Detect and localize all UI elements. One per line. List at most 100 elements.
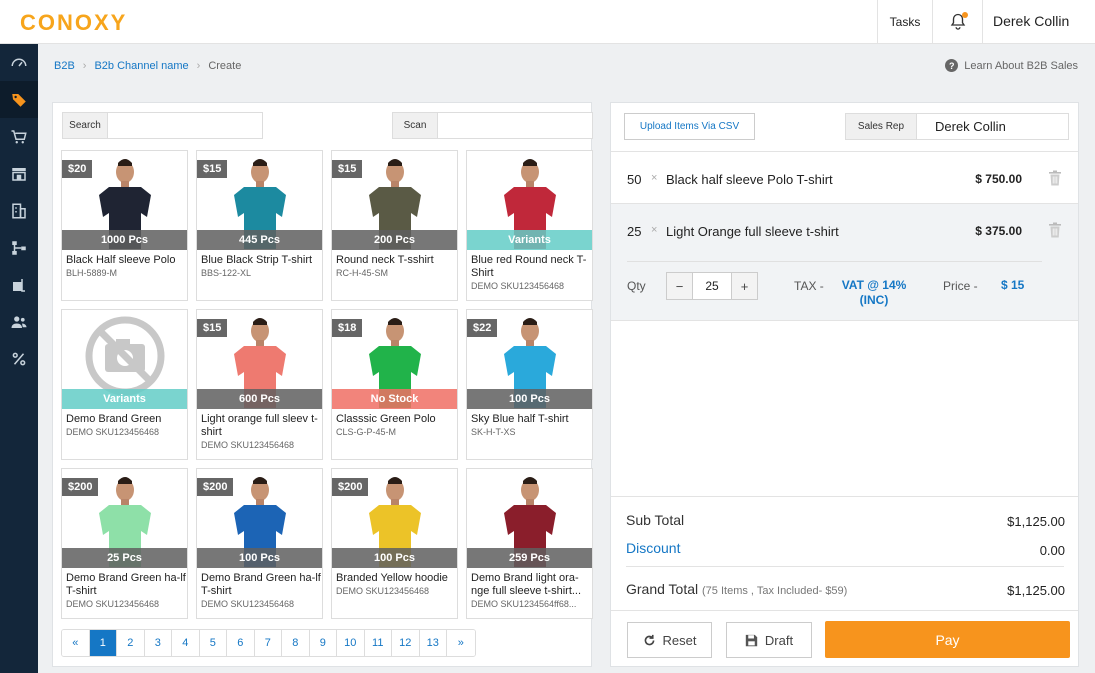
grand-total-value: $1,125.00 bbox=[1007, 583, 1065, 598]
notifications-button[interactable] bbox=[933, 0, 983, 44]
breadcrumb-channel[interactable]: B2b Channel name bbox=[94, 60, 188, 72]
sidebar-item-warehouse[interactable] bbox=[0, 266, 38, 303]
page-button[interactable]: 11 bbox=[364, 630, 392, 656]
cart-icon bbox=[11, 129, 27, 143]
stock-badge: 25 Pcs bbox=[62, 548, 187, 568]
product-card[interactable]: $18 No Stock Classsic Green Polo CLS-G-P-45… bbox=[331, 309, 458, 460]
grand-total-note: (75 Items , Tax Included- $59) bbox=[702, 585, 848, 597]
product-sku: SK-H-T-XS bbox=[471, 427, 516, 437]
sidebar-item-customers[interactable] bbox=[0, 303, 38, 340]
page-button[interactable]: 10 bbox=[337, 630, 365, 656]
draft-button[interactable]: Draft bbox=[726, 622, 812, 658]
sidebar-item-hierarchy[interactable] bbox=[0, 229, 38, 266]
sidebar-item-dashboard[interactable] bbox=[0, 44, 38, 81]
learn-b2b-link[interactable]: ? Learn About B2B Sales bbox=[945, 59, 1078, 72]
percent-icon bbox=[12, 352, 26, 365]
discount-link[interactable]: Discount bbox=[626, 540, 680, 556]
product-name: Demo Brand Green bbox=[66, 413, 162, 425]
product-name: Classsic Green Polo bbox=[336, 413, 436, 425]
trash-icon[interactable] bbox=[1048, 222, 1062, 238]
product-sku: RC-H-45-SM bbox=[336, 268, 389, 278]
next-page-button[interactable]: » bbox=[447, 630, 475, 656]
price-badge: $15 bbox=[197, 160, 228, 178]
dashboard-icon bbox=[11, 58, 27, 66]
product-sku: DEMO SKU123456468 bbox=[66, 599, 160, 609]
product-card[interactable]: $22 100 Pcs Sky Blue half T-shirt SK-H-T-XS bbox=[466, 309, 593, 460]
product-card[interactable]: $15 445 Pcs Blue Black Strip T-shirt BBS-12… bbox=[196, 150, 323, 301]
save-icon bbox=[745, 634, 758, 646]
help-icon: ? bbox=[945, 59, 959, 72]
product-card[interactable]: $200 100 Pcs Branded Yellow hoodie DEMO SKU… bbox=[331, 468, 458, 619]
reset-button[interactable]: Reset bbox=[627, 622, 712, 658]
page-button[interactable]: 8 bbox=[282, 630, 310, 656]
product-card[interactable]: $15 200 Pcs Round neck T-sshirt RC-H-45-SM bbox=[331, 150, 458, 301]
decrement-button[interactable]: − bbox=[667, 273, 692, 299]
breadcrumb: B2B › B2b Channel name › Create bbox=[54, 60, 241, 72]
product-sku: DEMO SKU1234564ff68... bbox=[471, 599, 577, 609]
tasks-button[interactable]: Tasks bbox=[877, 0, 933, 44]
product-card[interactable]: $20 1000 Pcs Black Half sleeve Polo BLH-588… bbox=[61, 150, 188, 301]
refresh-icon bbox=[644, 634, 654, 645]
product-name: Light orange full sleev t-shirt bbox=[201, 413, 318, 438]
page-button[interactable]: 7 bbox=[254, 630, 282, 656]
line-item-name: Black half sleeve Polo T-shirt bbox=[666, 172, 833, 187]
reset-label: Reset bbox=[662, 632, 697, 648]
sidebar-item-company[interactable] bbox=[0, 192, 38, 229]
trash-icon[interactable] bbox=[1048, 170, 1062, 186]
page-button[interactable]: 13 bbox=[419, 630, 447, 656]
search-input[interactable] bbox=[108, 113, 262, 138]
page-button[interactable]: 12 bbox=[392, 630, 420, 656]
product-card[interactable]: $200 25 Pcs Demo Brand Green ha-lf T-shirt… bbox=[61, 468, 188, 619]
increment-button[interactable]: + bbox=[732, 273, 757, 299]
times-icon: × bbox=[651, 172, 658, 184]
product-name: Blue red Round neck T-Shirt bbox=[471, 254, 587, 279]
tax-value[interactable]: VAT @ 14% (INC) bbox=[829, 278, 919, 308]
page-button[interactable]: 1 bbox=[89, 630, 117, 656]
tax-label: TAX - bbox=[794, 279, 824, 293]
product-sku: BBS-122-XL bbox=[201, 268, 252, 278]
sidebar-item-b2b[interactable] bbox=[0, 81, 38, 118]
product-card[interactable]: Variants Demo Brand Green DEMO SKU12345646… bbox=[61, 309, 188, 460]
page-button[interactable]: 6 bbox=[227, 630, 255, 656]
pay-button[interactable]: Pay bbox=[825, 621, 1070, 658]
price-value[interactable]: $ 15 bbox=[1001, 278, 1024, 292]
product-sku: DEMO SKU123456468 bbox=[336, 586, 430, 596]
upload-csv-button[interactable]: Upload Items Via CSV bbox=[624, 113, 755, 140]
stock-badge: 600 Pcs bbox=[197, 389, 322, 409]
quantity-input[interactable]: 25 bbox=[692, 273, 732, 299]
line-item-price: $ 750.00 bbox=[975, 172, 1022, 186]
sales-rep-select[interactable]: Derek Collin bbox=[917, 114, 1068, 139]
store-icon bbox=[12, 167, 26, 181]
stock-badge: Variants bbox=[62, 389, 187, 409]
page-button[interactable]: 5 bbox=[199, 630, 227, 656]
price-badge: $200 bbox=[197, 478, 234, 496]
product-card[interactable]: 259 Pcs Demo Brand light ora-nge full sle… bbox=[466, 468, 593, 619]
pagination: «1 2 3 4 5 6 7 8 9 10 11 12 13» bbox=[61, 629, 476, 657]
grand-total-title: Grand Total bbox=[626, 581, 699, 597]
chevron-right-icon: › bbox=[196, 60, 201, 72]
prev-page-button[interactable]: « bbox=[62, 630, 90, 656]
page-button[interactable]: 4 bbox=[172, 630, 200, 656]
page-button[interactable]: 9 bbox=[309, 630, 337, 656]
product-card[interactable]: Variants Blue red Round neck T-Shirt DEMO … bbox=[466, 150, 593, 301]
app-logo[interactable]: CONOXY bbox=[20, 10, 127, 36]
breadcrumb-b2b[interactable]: B2B bbox=[54, 60, 75, 72]
page-button[interactable]: 3 bbox=[144, 630, 172, 656]
price-label: Price - bbox=[943, 279, 978, 293]
product-sku: DEMO SKU123456468 bbox=[471, 281, 565, 291]
product-sku: DEMO SKU123456468 bbox=[201, 440, 295, 450]
sidebar-item-store[interactable] bbox=[0, 155, 38, 192]
sidebar-item-discounts[interactable] bbox=[0, 340, 38, 377]
top-bar: CONOXY Tasks Derek Collin bbox=[0, 0, 1095, 44]
learn-b2b-label: Learn About B2B Sales bbox=[964, 59, 1078, 72]
user-menu[interactable]: Derek Collin bbox=[993, 13, 1069, 29]
product-name: Demo Brand Green ha-lf T-shirt bbox=[201, 572, 321, 597]
scan-input[interactable] bbox=[438, 113, 592, 138]
product-card[interactable]: $200 100 Pcs Demo Brand Green ha-lf T-shir… bbox=[196, 468, 323, 619]
price-badge: $200 bbox=[332, 478, 369, 496]
sidebar-item-cart[interactable] bbox=[0, 118, 38, 155]
product-card[interactable]: $15 600 Pcs Light orange full sleev t-shir… bbox=[196, 309, 323, 460]
page-button[interactable]: 2 bbox=[117, 630, 145, 656]
order-line-item[interactable]: 50 × Black half sleeve Polo T-shirt $ 75… bbox=[611, 151, 1078, 203]
times-icon: × bbox=[651, 224, 658, 236]
